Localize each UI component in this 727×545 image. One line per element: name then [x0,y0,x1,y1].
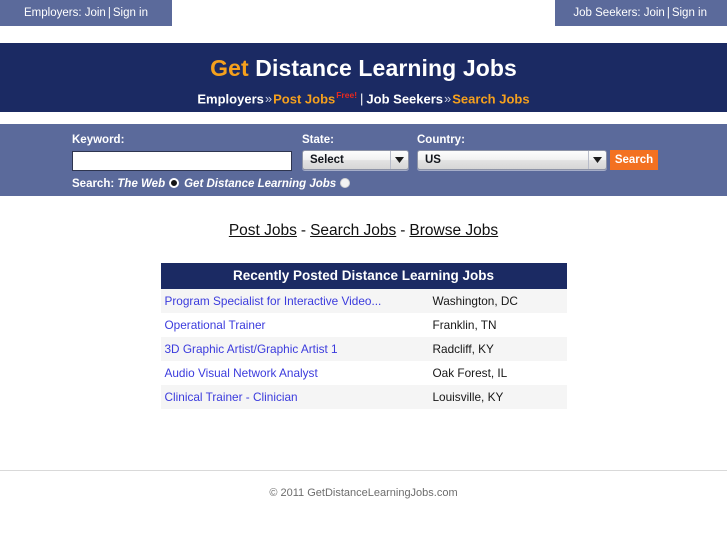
free-badge: Free! [336,90,358,100]
tagline-employers: Employers [197,91,264,107]
employers-signin-link[interactable]: Sign in [113,7,148,19]
table-row[interactable]: Audio Visual Network Analyst Oak Forest,… [160,361,567,385]
country-select[interactable]: US [417,150,607,170]
primary-nav-links: Post Jobs - Search Jobs - Browse Jobs [0,222,727,240]
job-title-link[interactable]: Operational Trainer [165,318,266,332]
state-select[interactable]: Select [302,150,409,170]
masthead-tagline: Employers»Post JobsFree! | Job Seekers»Sea… [0,87,727,107]
nav-dash-1: - [300,222,307,239]
scope-web-radio[interactable] [169,178,180,188]
search-button[interactable]: Search [610,150,658,170]
jobseekers-separator: | [666,7,670,19]
job-location-cell: Oak Forest, IL [428,361,567,385]
keyword-label: Keyword: [72,134,125,146]
employers-join-link[interactable]: Join [85,7,106,19]
nav-search-jobs[interactable]: Search Jobs [310,222,396,239]
jobseekers-account-tab[interactable]: Job Seekers: Join | Sign in [555,0,727,26]
country-select-value: US [425,154,441,166]
search-spacer [0,112,727,124]
jobseekers-join-link[interactable]: Join [644,7,665,19]
keyword-input[interactable] [72,151,292,171]
chevron-right-icon-2: » [444,91,452,107]
footer-copyright: © 2011 GetDistanceLearningJobs.com [269,487,458,499]
job-location-cell: Radcliff, KY [428,337,567,361]
top-account-bar: Employers: Join | Sign in Job Seekers: Joi… [0,0,727,26]
site-title: Get Distance Learning Jobs [0,43,727,82]
job-title-cell: Program Specialist for Interactive Video… [160,289,429,313]
tagline-pipe: | [360,91,364,107]
job-search-panel: Keyword: State: Select Country: US Searc… [0,124,727,196]
job-location-cell: Washington, DC [428,289,567,313]
chevron-down-icon-state [390,151,408,169]
table-row[interactable]: Operational Trainer Franklin, TN [160,313,567,337]
search-scope-prefix: Search: [72,178,115,190]
employers-separator: | [107,7,111,19]
search-jobs-link[interactable]: Search Jobs [452,91,529,106]
job-title-link[interactable]: Audio Visual Network Analyst [165,366,318,380]
table-row[interactable]: Program Specialist for Interactive Video… [160,289,567,313]
tagline-jobseekers: Job Seekers [366,91,444,107]
employers-label: Employers: [24,7,82,19]
job-title-cell: Operational Trainer [160,313,429,337]
chevron-down-icon-country [588,151,606,169]
job-location-cell: Louisville, KY [428,385,567,409]
jobseekers-signin-link[interactable]: Sign in [672,7,707,19]
post-jobs-link[interactable]: Post Jobs [273,91,335,106]
job-title-link[interactable]: Program Specialist for Interactive Video… [165,294,382,308]
job-title-link[interactable]: Clinical Trainer - Clinician [165,390,298,404]
country-label: Country: [417,134,465,146]
masthead-spacer [0,26,727,43]
search-scope-radio-group: Search: The Web Get Distance Learning Job… [72,178,355,190]
recent-jobs-heading: Recently Posted Distance Learning Jobs [160,263,567,289]
site-title-rest: Distance Learning Jobs [248,55,517,81]
chevron-right-icon-1: » [264,91,273,107]
jobseekers-label: Job Seekers: [573,7,641,19]
recent-jobs-section: Recently Posted Distance Learning Jobs P… [160,263,567,409]
nav-browse-jobs[interactable]: Browse Jobs [409,222,498,239]
recent-jobs-table: Program Specialist for Interactive Video… [160,289,567,409]
job-title-link[interactable]: 3D Graphic Artist/Graphic Artist 1 [165,342,338,356]
table-row[interactable]: 3D Graphic Artist/Graphic Artist 1 Radcl… [160,337,567,361]
site-title-accent: Get [210,55,249,81]
job-location-cell: Franklin, TN [428,313,567,337]
nav-dash-2: - [400,222,406,239]
table-row[interactable]: Clinical Trainer - Clinician Louisville,… [160,385,567,409]
job-title-cell: Audio Visual Network Analyst [160,361,429,385]
job-title-cell: Clinical Trainer - Clinician [160,385,429,409]
state-select-value: Select [310,154,344,166]
employers-account-tab[interactable]: Employers: Join | Sign in [0,0,172,26]
footer-divider [0,470,727,471]
scope-site-radio[interactable] [340,178,351,188]
scope-site-label: Get Distance Learning Jobs [184,178,337,190]
site-masthead: Get Distance Learning Jobs Employers»Pos… [0,43,727,112]
nav-post-jobs[interactable]: Post Jobs [229,222,297,239]
job-title-cell: 3D Graphic Artist/Graphic Artist 1 [160,337,429,361]
state-label: State: [302,134,334,146]
scope-web-label: The Web [117,178,166,190]
